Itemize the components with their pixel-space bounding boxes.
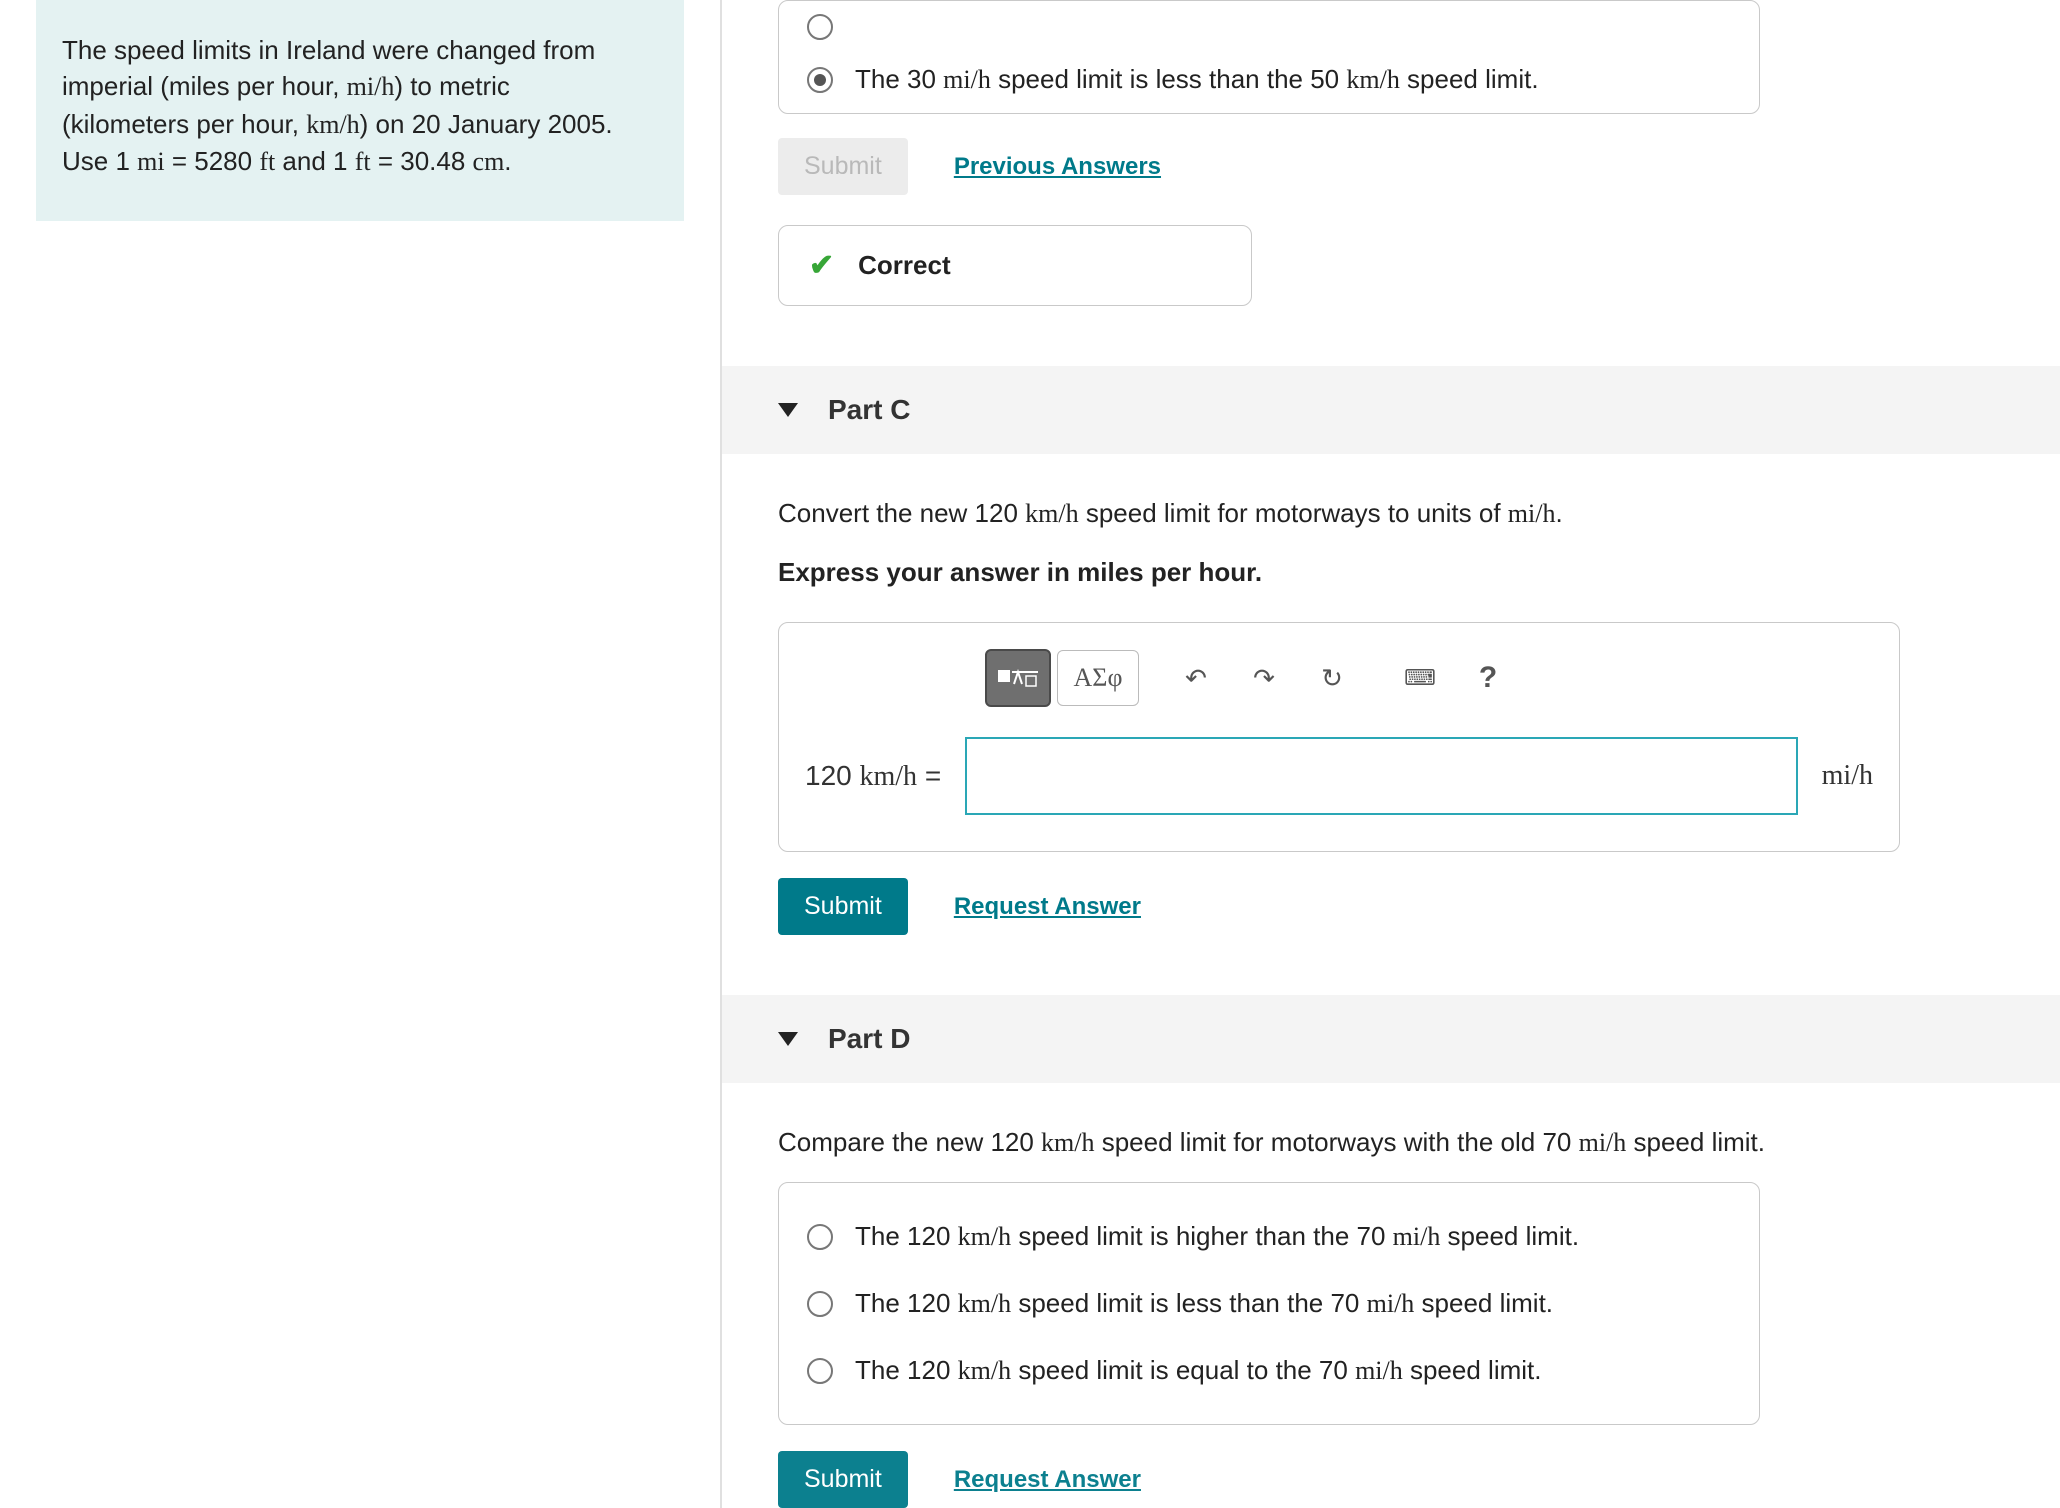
partC-header[interactable]: Part C bbox=[722, 366, 2060, 454]
partB-choices: x The 30 mi/h speed limit is less than t… bbox=[778, 0, 1760, 114]
equation-toolbar: ΑΣφ ↶ ↷ ↻ ⌨ ? bbox=[985, 649, 1873, 707]
partC-answer-input[interactable] bbox=[965, 737, 1797, 815]
undo-button[interactable]: ↶ bbox=[1165, 651, 1227, 705]
partD-option-1: The 120 km/h speed limit is higher than … bbox=[779, 1203, 1759, 1270]
partD-option-3: The 120 km/h speed limit is equal to the… bbox=[779, 1337, 1759, 1404]
partB-submit-button: Submit bbox=[778, 138, 908, 195]
partD-choices: The 120 km/h speed limit is higher than … bbox=[778, 1182, 1760, 1425]
answer-rhs: mi/h bbox=[1822, 760, 1873, 792]
radio-unselected[interactable] bbox=[807, 1224, 833, 1250]
partB-option-selected: The 30 mi/h speed limit is less than the… bbox=[855, 64, 1539, 95]
partC-title: Part C bbox=[828, 394, 910, 426]
radio-unselected[interactable] bbox=[807, 1291, 833, 1317]
partD-title: Part D bbox=[828, 1023, 910, 1055]
caret-down-icon bbox=[778, 403, 798, 417]
templates-button[interactable] bbox=[985, 649, 1051, 707]
partB-previous-answers-link[interactable]: Previous Answers bbox=[954, 153, 1161, 181]
partB-feedback: ✔ Correct bbox=[778, 225, 1252, 306]
partD-request-answer-link[interactable]: Request Answer bbox=[954, 1466, 1141, 1494]
answer-lhs: 120 km/h = bbox=[805, 760, 941, 793]
radio-unselected[interactable] bbox=[807, 1358, 833, 1384]
reset-button[interactable]: ↻ bbox=[1301, 651, 1363, 705]
partD-option-2: The 120 km/h speed limit is less than th… bbox=[779, 1270, 1759, 1337]
radio-unselected[interactable] bbox=[807, 14, 833, 40]
check-icon: ✔ bbox=[809, 248, 834, 283]
partD-prompt: Compare the new 120 km/h speed limit for… bbox=[778, 1123, 2030, 1162]
greek-button[interactable]: ΑΣφ bbox=[1057, 650, 1139, 706]
problem-context: The speed limits in Ireland were changed… bbox=[36, 0, 684, 221]
redo-button[interactable]: ↷ bbox=[1233, 651, 1295, 705]
radio-selected[interactable] bbox=[807, 67, 833, 93]
partD-submit-button[interactable]: Submit bbox=[778, 1451, 908, 1508]
partC-instruction: Express your answer in miles per hour. bbox=[778, 553, 2030, 592]
help-button[interactable]: ? bbox=[1457, 651, 1519, 705]
caret-down-icon bbox=[778, 1032, 798, 1046]
partD-header[interactable]: Part D bbox=[722, 995, 2060, 1083]
feedback-text: Correct bbox=[858, 250, 950, 281]
partC-submit-button[interactable]: Submit bbox=[778, 878, 908, 935]
keyboard-button[interactable]: ⌨ bbox=[1389, 651, 1451, 705]
partC-prompt: Convert the new 120 km/h speed limit for… bbox=[778, 494, 2030, 533]
partC-request-answer-link[interactable]: Request Answer bbox=[954, 893, 1141, 921]
partC-answer-box: ΑΣφ ↶ ↷ ↻ ⌨ ? 120 km/h = mi/h bbox=[778, 622, 1900, 852]
